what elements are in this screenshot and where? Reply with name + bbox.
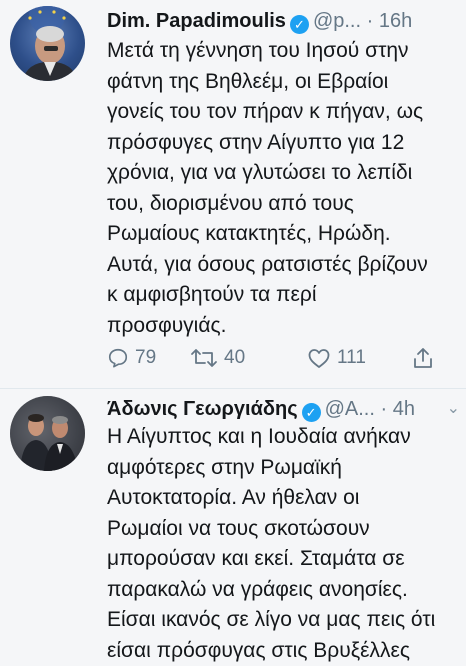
tweet-line: Αυτοκτατορία. Αν ήθελαν οι	[107, 483, 464, 514]
avatar-photo	[10, 6, 85, 81]
tweet-text: Η Αίγυπτος και η Ιουδαία ανήκαν αμφότερε…	[107, 422, 464, 666]
verified-badge-icon: ✓	[290, 15, 309, 34]
author-handle[interactable]: @p...	[313, 10, 361, 32]
reply-count: 79	[135, 343, 156, 373]
tweet-line: του, διορισμένου από τους	[107, 189, 464, 220]
timestamp[interactable]: · 4h	[380, 398, 414, 420]
tweet-line: χρόνια, για να γλυτώσει το λεπίδι	[107, 158, 464, 189]
tweet-line: Μετά τη γέννηση του Ιησού στην	[107, 36, 464, 67]
author-name[interactable]: Άδωνις Γεωργιάδης	[107, 398, 298, 420]
avatar-photo	[10, 396, 85, 471]
tweet-text: Μετά τη γέννηση του Ιησού στην φάτνη της…	[107, 36, 464, 341]
author-handle[interactable]: @A...	[325, 398, 375, 420]
chevron-down-icon[interactable]: ⌄	[447, 396, 460, 422]
share-icon	[412, 346, 434, 370]
tweet-line: γονείς του τον πήραν κ πήγαν, ως	[107, 97, 464, 128]
tweet[interactable]: Άδωνις Γεωργιάδης✓@A... · 4h ⌄ Η Αίγυπτο…	[0, 390, 466, 653]
reply-icon	[107, 347, 129, 369]
tweet-line: μπορούσαν και εκεί. Σταμάτα σε	[107, 544, 464, 575]
share-button[interactable]	[412, 343, 440, 373]
tweet-line: είσαι πρόσφυγας στις Βρυξέλλες	[107, 636, 464, 666]
tweet-line: Η Αίγυπτος και η Ιουδαία ανήκαν	[107, 422, 464, 453]
tweet-line: Ρωμαίοι να τους σκοτώσουν	[107, 514, 464, 545]
tweet-line: πρόσφυγες στην Αίγυπτο για 12	[107, 128, 464, 159]
tweet-line: Είσαι ικανός σε λίγο να μας πεις ότι	[107, 605, 464, 636]
like-icon	[307, 347, 331, 369]
tweet-line: Αυτά, για όσους ρατσιστές βρίζουν	[107, 250, 464, 281]
tweet-line: αμφότερες στην Ρωμαϊκή	[107, 453, 464, 484]
tweet-line: φάτνη της Βηθλεέμ, οι Εβραίοι	[107, 67, 464, 98]
verified-badge-icon: ✓	[302, 403, 321, 422]
author-name[interactable]: Dim. Papadimoulis	[107, 10, 286, 32]
tweet-actions: 79 40 111	[107, 343, 447, 373]
like-count: 111	[337, 343, 366, 373]
tweet-line: κ αμφισβητούν τα περί	[107, 280, 464, 311]
tweet-line: προσφυγιάς.	[107, 311, 464, 342]
tweet-header: Άδωνις Γεωργιάδης✓@A... · 4h ⌄	[107, 396, 462, 422]
tweet[interactable]: Dim. Papadimoulis✓@p... · 16h Μετά τη γέ…	[0, 0, 466, 390]
retweet-icon	[190, 347, 218, 369]
tweet-divider	[0, 388, 466, 389]
retweet-button[interactable]: 40	[190, 343, 245, 373]
tweet-line: Ρωμαίους κατακτητές, Ηρώδη.	[107, 219, 464, 250]
reply-button[interactable]: 79	[107, 343, 156, 373]
avatar[interactable]	[10, 6, 85, 81]
tweet-line: παρακαλώ να γράφεις ανοησίες.	[107, 575, 464, 606]
tweet-header: Dim. Papadimoulis✓@p... · 16h	[107, 8, 462, 34]
retweet-count: 40	[224, 343, 245, 373]
like-button[interactable]: 111	[307, 343, 366, 373]
avatar[interactable]	[10, 396, 85, 471]
timestamp[interactable]: · 16h	[367, 10, 413, 32]
